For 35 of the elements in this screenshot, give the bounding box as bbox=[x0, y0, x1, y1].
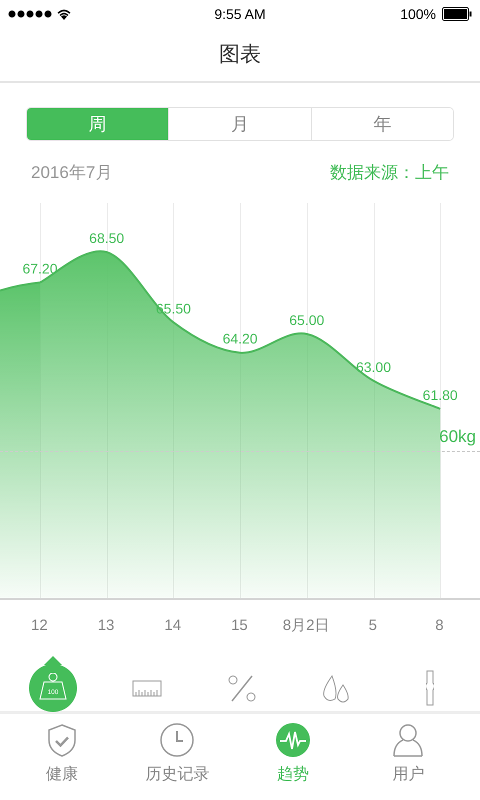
value-label: 68.50 bbox=[89, 230, 124, 246]
pulse-icon bbox=[274, 722, 311, 758]
period-tab[interactable]: 周 bbox=[27, 108, 168, 140]
tab-button[interactable]: 健康 bbox=[4, 714, 120, 800]
tab-button[interactable]: 历史记录 bbox=[120, 714, 235, 800]
axis-label: 8 bbox=[434, 616, 445, 634]
axis-label: 5 bbox=[368, 616, 378, 634]
signal-icon bbox=[8, 10, 52, 18]
value-label: 61.80 bbox=[422, 386, 458, 403]
axis-label: 8月2日 bbox=[282, 616, 330, 634]
wifi-icon bbox=[56, 8, 72, 20]
value-label: 63.00 bbox=[356, 358, 392, 375]
tab-button[interactable]: 用户 bbox=[350, 714, 466, 800]
battery-percent: 100% bbox=[400, 6, 436, 22]
value-label: 65.00 bbox=[289, 312, 324, 328]
battery-icon bbox=[442, 6, 472, 20]
month-label: 2016年7月 bbox=[31, 162, 112, 184]
data-source-label[interactable]: 数据来源：上午 bbox=[330, 161, 449, 193]
clock-time: 9:55 AM bbox=[214, 6, 266, 22]
axis-label: 12 bbox=[30, 616, 49, 634]
drops-icon bbox=[320, 673, 351, 703]
value-label: 64.20 bbox=[222, 330, 258, 347]
period-tab[interactable]: 年 bbox=[310, 108, 453, 140]
axis-label: 13 bbox=[96, 616, 116, 634]
percent-icon bbox=[226, 673, 256, 703]
clock-icon bbox=[159, 722, 196, 758]
tab-button[interactable]: 趋势 bbox=[235, 714, 350, 800]
line-continuation bbox=[0, 282, 40, 292]
bone-icon bbox=[426, 670, 434, 706]
axis-label: 14 bbox=[163, 616, 182, 634]
axis-label: 15 bbox=[230, 616, 249, 634]
goal-label: 60kg bbox=[439, 427, 476, 447]
page-title: 图表 bbox=[219, 42, 261, 68]
value-label: 67.20 bbox=[22, 260, 58, 277]
ruler-icon bbox=[132, 680, 162, 696]
